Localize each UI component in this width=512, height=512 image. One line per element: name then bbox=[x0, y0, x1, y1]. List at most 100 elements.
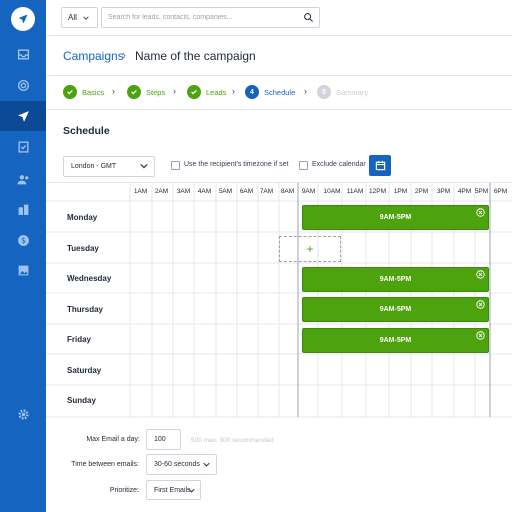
hour-label: 8AM bbox=[280, 188, 295, 195]
timezone-value: London - GMT bbox=[71, 163, 117, 170]
schedule-block-thursday[interactable]: 9AM-5PM bbox=[302, 297, 489, 322]
step-separator: › bbox=[173, 86, 176, 96]
hour-label: 11AM bbox=[346, 188, 364, 195]
clipboard-icon bbox=[17, 140, 29, 153]
day-label-sunday: Sunday bbox=[67, 396, 96, 405]
breadcrumb-campaigns-link[interactable]: Campaigns bbox=[63, 49, 124, 63]
step-leads[interactable]: Leads bbox=[187, 85, 226, 99]
close-icon[interactable] bbox=[476, 300, 485, 309]
close-icon[interactable] bbox=[476, 331, 485, 340]
hour-label: 1AM bbox=[133, 188, 148, 195]
close-icon[interactable] bbox=[476, 270, 485, 279]
hour-label: 3AM bbox=[176, 188, 191, 195]
filter-select[interactable]: All bbox=[61, 7, 98, 28]
page-title: Name of the campaign bbox=[135, 49, 256, 63]
step-separator: › bbox=[112, 86, 115, 96]
hour-label: 12PM bbox=[369, 188, 386, 195]
step-schedule[interactable]: 4 Schedule bbox=[245, 85, 295, 99]
nav-billing[interactable]: $ bbox=[0, 225, 46, 255]
step-steps[interactable]: Steps bbox=[127, 85, 165, 99]
hour-label: 5PM bbox=[474, 188, 489, 195]
nav-settings[interactable] bbox=[0, 399, 46, 429]
day-label-thursday: Thursday bbox=[67, 305, 104, 314]
block-label: 9AM-5PM bbox=[379, 276, 412, 283]
step-label: Basics bbox=[82, 87, 105, 97]
nav-media[interactable] bbox=[0, 255, 46, 285]
nav-contacts[interactable] bbox=[0, 164, 46, 194]
add-block-tuesday[interactable]: + bbox=[279, 236, 341, 262]
step-separator: › bbox=[304, 86, 307, 96]
block-label: 9AM-5PM bbox=[379, 306, 412, 313]
hour-label: 2AM bbox=[154, 188, 169, 195]
schedule-block-monday[interactable]: 9AM-5PM bbox=[302, 205, 489, 230]
chevron-down-icon bbox=[188, 488, 195, 493]
block-label: 9AM-5PM bbox=[379, 214, 412, 221]
step-separator: › bbox=[232, 86, 235, 96]
time-between-label: Time between emails: bbox=[71, 461, 139, 468]
day-label-saturday: Saturday bbox=[67, 366, 102, 375]
block-label: 9AM-5PM bbox=[379, 337, 412, 344]
svg-text:$: $ bbox=[21, 236, 26, 245]
breadcrumb-separator: › bbox=[122, 48, 126, 62]
close-icon[interactable] bbox=[476, 208, 485, 217]
rocket-icon bbox=[18, 14, 28, 24]
nav-inbox[interactable] bbox=[0, 39, 46, 69]
day-label-tuesday: Tuesday bbox=[67, 244, 99, 253]
target-icon bbox=[17, 79, 29, 91]
max-email-label: Max Email a day: bbox=[86, 436, 140, 443]
prioritize-select[interactable]: First Emails bbox=[146, 480, 201, 500]
search-icon[interactable] bbox=[303, 12, 314, 23]
wizard-stepper: Basics › Steps › Leads › 4 Schedule › 5 … bbox=[46, 76, 512, 110]
nav-tasks[interactable] bbox=[0, 131, 46, 161]
calendar-button[interactable] bbox=[369, 155, 391, 176]
plus-icon: + bbox=[306, 242, 314, 256]
step-basics[interactable]: Basics bbox=[63, 85, 104, 99]
gear-icon bbox=[17, 408, 29, 420]
hour-label: 9AM bbox=[301, 188, 316, 195]
dollar-icon: $ bbox=[17, 234, 29, 246]
step-label: Schedule bbox=[264, 87, 296, 97]
nav-campaigns[interactable] bbox=[0, 101, 46, 131]
prioritize-value: First Emails bbox=[154, 486, 191, 494]
recipient-timezone-checkbox[interactable] bbox=[171, 161, 180, 170]
search-box bbox=[101, 7, 320, 28]
day-label-friday: Friday bbox=[67, 335, 92, 344]
check-icon bbox=[127, 85, 141, 99]
time-between-value: 30-60 seconds bbox=[154, 461, 200, 468]
exclude-calendar-checkbox[interactable] bbox=[299, 161, 308, 170]
step-label: Summary bbox=[336, 87, 369, 97]
hour-label: 1PM bbox=[393, 188, 408, 195]
prioritize-label: Prioritize: bbox=[109, 487, 139, 494]
section-title: Schedule bbox=[63, 125, 110, 137]
app-logo[interactable] bbox=[11, 7, 35, 31]
hour-label: 7AM bbox=[259, 188, 274, 195]
max-email-hint: 500 max. 300 recommended bbox=[191, 437, 274, 444]
max-email-input[interactable]: 100 bbox=[146, 429, 181, 450]
send-icon bbox=[17, 110, 29, 122]
check-icon bbox=[63, 85, 77, 99]
step-label: Steps bbox=[146, 87, 166, 97]
calendar-icon bbox=[375, 160, 385, 171]
time-between-select[interactable]: 30-60 seconds bbox=[146, 454, 217, 475]
filter-value: All bbox=[68, 13, 77, 22]
schedule-block-wednesday[interactable]: 9AM-5PM bbox=[302, 267, 489, 292]
inbox-icon bbox=[17, 48, 29, 60]
hour-label: 3PM bbox=[436, 188, 451, 195]
nav-companies[interactable] bbox=[0, 194, 46, 224]
max-email-value: 100 bbox=[154, 436, 166, 443]
nav-target[interactable] bbox=[0, 70, 46, 100]
breadcrumb: Campaigns › Name of the campaign bbox=[46, 36, 512, 76]
hour-label: 6AM bbox=[239, 188, 254, 195]
schedule-block-friday[interactable]: 9AM-5PM bbox=[302, 328, 489, 353]
search-input[interactable] bbox=[102, 8, 292, 27]
chevron-down-icon bbox=[140, 163, 148, 169]
hour-label: 6PM bbox=[493, 188, 508, 195]
chevron-down-icon bbox=[83, 15, 89, 20]
step-label: Leads bbox=[206, 87, 227, 97]
timezone-select[interactable]: London - GMT bbox=[63, 156, 155, 177]
top-bar: All bbox=[46, 0, 512, 36]
hour-label: 4AM bbox=[197, 188, 212, 195]
day-label-wednesday: Wednesday bbox=[67, 274, 112, 283]
step-summary[interactable]: 5 Summary bbox=[317, 85, 368, 99]
step-number: 4 bbox=[245, 85, 259, 99]
